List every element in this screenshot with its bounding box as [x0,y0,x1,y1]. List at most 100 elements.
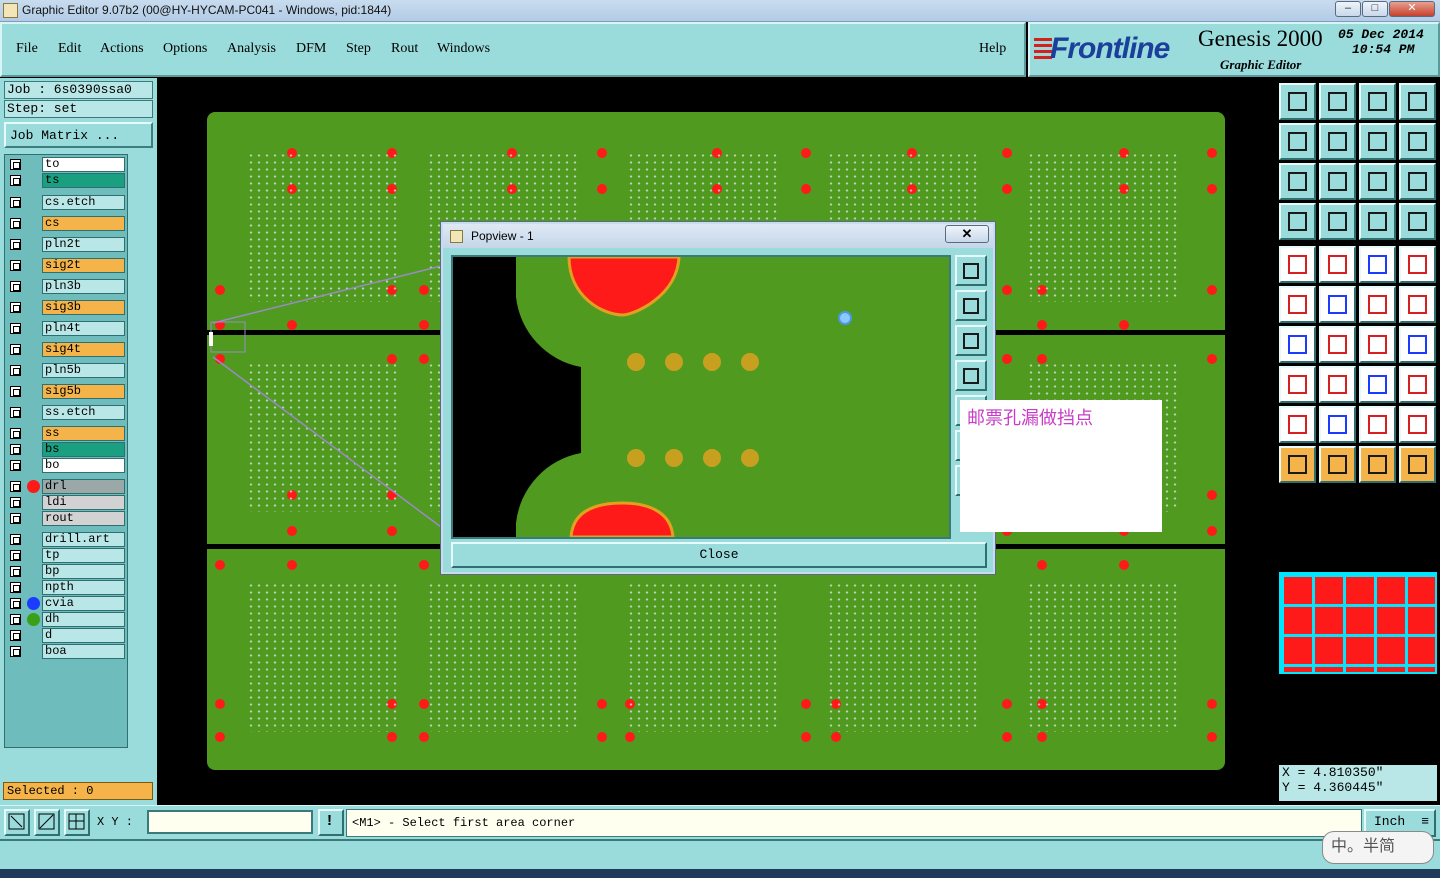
xy-label: X Y : [97,815,134,829]
popview-canvas[interactable] [451,255,951,539]
cross-button[interactable] [1319,286,1356,323]
command-prompt: <M1> - Select first area corner [346,809,1362,837]
dropdown-icon: ≡ [1421,814,1429,829]
arch-flat-icon [1408,415,1427,434]
popview-title-bar: Popview - 1 ✕ [443,224,993,248]
resize-icon [1288,375,1307,394]
text-f-button[interactable] [1399,326,1436,363]
help-query-button[interactable] [1399,163,1436,200]
help-query-icon [1408,172,1427,191]
layer-stack-icon [1368,212,1387,231]
grid-button[interactable] [1319,203,1356,240]
ime-indicator[interactable]: 中。半简 [1322,831,1434,864]
popview-close-button[interactable]: Close [451,542,987,568]
angle-button[interactable] [1279,326,1316,363]
resize-button[interactable] [1279,366,1316,403]
route-pointer-button[interactable] [1399,446,1436,483]
close-step-icon [1328,92,1347,111]
home-icon [1368,92,1387,111]
lasso-pointer-button[interactable] [1359,446,1396,483]
line-mid-icon [1328,375,1347,394]
add-line-button[interactable] [1319,246,1356,283]
zoom-in-icon [963,263,979,279]
route-pointer-icon [1408,455,1427,474]
popview-title: Popview - 1 [471,229,534,243]
snap-button[interactable] [64,809,90,836]
rotate-icon [1368,335,1387,354]
node-edit-button[interactable] [1279,286,1316,323]
cursor-coordinates: X = 4.810350" Y = 4.360445" [1279,765,1437,801]
triangle-button[interactable] [1279,406,1316,443]
popview-window: Popview - 1 ✕ Close [441,222,995,574]
line-mid-button[interactable] [1319,366,1356,403]
popview-close-x[interactable]: ✕ [945,225,989,243]
measure-button[interactable] [34,809,60,836]
measure-icon [38,813,55,830]
measure-button[interactable] [1359,366,1396,403]
status-line [0,839,1440,869]
window-button[interactable] [1399,83,1436,120]
arc-move-button[interactable] [1399,286,1436,323]
arc-move-icon [1408,295,1427,314]
layer-stack-button[interactable] [1359,203,1396,240]
arc-add-icon [1368,295,1387,314]
panel-grid-thumbnail[interactable] [1279,572,1437,674]
pan-left-icon [1288,132,1307,151]
x-coordinate: X = 4.810350" [1282,765,1384,780]
open-step-button[interactable] [1279,83,1316,120]
copy-icon [1408,375,1427,394]
add-pad-button[interactable] [1279,246,1316,283]
popview-zoom-in-button[interactable] [955,255,987,286]
exclamation-icon: ! [327,812,332,829]
pan-right-button[interactable] [1319,123,1356,160]
pointer-icon [1288,455,1307,474]
ruler-button[interactable] [1359,246,1396,283]
ruler-icon [1368,255,1387,274]
grid-icon [1328,212,1347,231]
window-icon [1408,92,1427,111]
zoom-home-icon [1328,172,1347,191]
slash-icon [1328,335,1347,354]
layer-compare-icon [1408,212,1427,231]
left-arrow-icon [963,368,979,384]
pan-left-button[interactable] [1279,123,1316,160]
annotation-note: 邮票孔漏做挡点 [960,400,1162,532]
zoom-fit-button[interactable] [1279,163,1316,200]
popview-down-button[interactable] [955,325,987,356]
up-arrow-icon [963,298,979,314]
close-step-button[interactable] [1319,83,1356,120]
select-pointer-button[interactable] [1319,446,1356,483]
graphic-control-button[interactable] [1279,203,1316,240]
mirror-button[interactable] [1359,123,1396,160]
pan-right-icon [1328,132,1347,151]
zoom-area-button[interactable] [4,809,30,836]
open-step-icon [1288,92,1307,111]
xy-input[interactable] [147,810,313,834]
zoom-area-icon [8,813,25,830]
copy-button[interactable] [1399,366,1436,403]
arch-flat-button[interactable] [1399,406,1436,443]
slash-button[interactable] [1319,326,1356,363]
layer-compare-button[interactable] [1399,203,1436,240]
pointer-button[interactable] [1279,446,1316,483]
triangle-icon [1288,415,1307,434]
popview-up-button[interactable] [955,290,987,321]
scale-1-2-button[interactable] [1359,163,1396,200]
add-line-icon [1328,255,1347,274]
text-f-icon [1408,335,1427,354]
measure-icon [1368,375,1387,394]
triangle-up-button[interactable] [1319,406,1356,443]
zoom-home-button[interactable] [1319,163,1356,200]
node-edit-icon [1288,295,1307,314]
home-button[interactable] [1359,83,1396,120]
circle-fill-button[interactable] [1399,246,1436,283]
right-toolbar [1277,78,1440,805]
snap-button[interactable] [1399,123,1436,160]
popview-left-button[interactable] [955,360,987,391]
arch-button[interactable] [1359,406,1396,443]
y-coordinate: Y = 4.360445" [1282,780,1384,795]
arc-add-button[interactable] [1359,286,1396,323]
alert-button[interactable]: ! [318,809,344,836]
scale-1-2-icon [1368,172,1387,191]
rotate-button[interactable] [1359,326,1396,363]
